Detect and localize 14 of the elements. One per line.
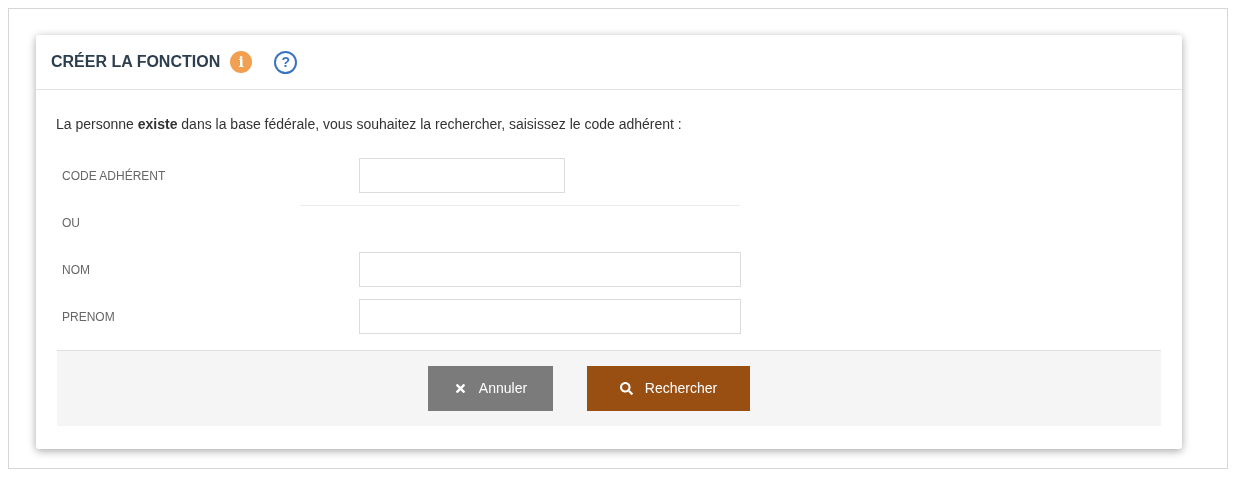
- cancel-button[interactable]: Annuler: [428, 366, 553, 411]
- field-label: CODE ADHÉRENT: [62, 167, 167, 185]
- text-input[interactable]: [359, 252, 741, 287]
- search-button[interactable]: Rechercher: [587, 366, 750, 411]
- close-icon: [453, 382, 467, 395]
- field-label: NOM: [62, 261, 91, 279]
- text-input[interactable]: [359, 158, 565, 193]
- text-input[interactable]: [359, 299, 741, 334]
- field-label: PRENOM: [62, 308, 116, 326]
- search-icon: [619, 382, 633, 395]
- or-label: OU: [62, 214, 81, 232]
- panel-title: CRÉER LA FONCTION: [51, 51, 221, 72]
- intro-text: La personne existe dans la base fédérale, vous souhaitez la rechercher, saisissez le code adhérent :: [56, 115, 683, 134]
- help-icon[interactable]: ?: [274, 50, 298, 74]
